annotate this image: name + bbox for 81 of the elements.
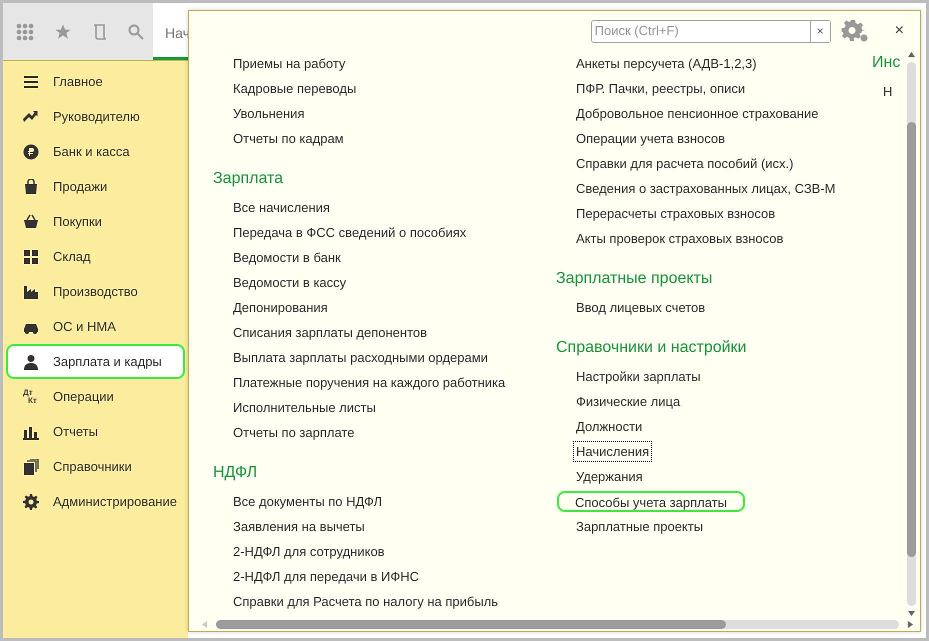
menu-link[interactable]: Списания зарплаты депонентов [230, 322, 430, 343]
sidebar-item[interactable]: Отчеты [6, 414, 185, 449]
menu-link[interactable]: Акты проверок страховых взносов [573, 228, 786, 249]
sidebar-item[interactable]: Зарплата и кадры [6, 344, 185, 379]
menu-link[interactable]: Все документы по НДФЛ [230, 491, 386, 512]
menu-link[interactable]: Все начисления [230, 197, 333, 218]
sidebar-item[interactable]: Администрирование [6, 484, 185, 519]
trend-arrow-icon [23, 108, 39, 124]
menu-link[interactable]: Способы учета зарплаты [557, 491, 745, 512]
section-heading: Зарплата [213, 169, 284, 189]
gear-icon [23, 494, 39, 510]
menu-link[interactable]: Кадровые переводы [230, 78, 360, 99]
menu-link[interactable]: Операции учета взносов [573, 128, 728, 149]
menu-link[interactable]: Справки для расчета пособий (исх.) [573, 153, 796, 174]
section-heading: Зарплатные проекты [556, 269, 714, 289]
menu-link[interactable]: Физические лица [573, 391, 684, 412]
scrollbar-track[interactable] [216, 620, 899, 628]
menu-link[interactable]: Заявления на вычеты [230, 516, 368, 537]
sidebar-item[interactable]: Производство [6, 274, 185, 309]
sidebar-item[interactable]: Банк и касса [6, 134, 185, 169]
menu-link[interactable]: Начисления [573, 441, 652, 462]
menu-link[interactable]: Отчеты по кадрам [230, 128, 347, 149]
menu-link[interactable]: Удержания [573, 466, 646, 487]
factory-icon [23, 284, 39, 300]
scroll-down-icon[interactable] [908, 610, 914, 617]
bag-icon [23, 178, 39, 194]
menu-link[interactable]: Приемы на работу [230, 53, 348, 74]
menu-link[interactable]: Добровольное пенсионное страхование [573, 103, 822, 124]
menu-link[interactable]: Настройки зарплаты [573, 366, 704, 387]
scroll-up-icon[interactable] [908, 51, 914, 58]
sidebar-item[interactable]: Дт Кт Операции [6, 379, 185, 414]
sidebar-item[interactable]: Справочники [6, 449, 185, 484]
scroll-right-icon[interactable] [907, 620, 914, 628]
section-heading: Инс [872, 53, 902, 73]
menu-link[interactable]: Справки для Расчета по налогу на прибыль [230, 591, 502, 612]
scroll-left-icon[interactable] [201, 620, 208, 628]
search-icon[interactable] [128, 24, 144, 40]
sidebar-item[interactable]: Главное [6, 64, 185, 99]
menu-link[interactable]: Ведомости в банк [230, 247, 344, 268]
clear-button[interactable]: × [810, 20, 830, 42]
menu-link[interactable]: Зарплатные проекты [573, 516, 706, 537]
menu-link[interactable]: 2-НДФЛ для передачи в ИФНС [230, 566, 422, 587]
documents-icon [23, 458, 39, 474]
coin-icon [23, 144, 39, 160]
sidebar-item[interactable]: Склад [6, 239, 185, 274]
scrollbar-track[interactable] [906, 62, 916, 606]
menu-link[interactable]: Исполнительные листы [230, 397, 379, 418]
menu-link[interactable]: Выплата зарплаты расходными ордерами [230, 347, 491, 368]
menu-icon [23, 74, 39, 90]
menu-link[interactable]: Платежные поручения на каждого работника [230, 372, 508, 393]
apps-grid-icon[interactable] [16, 22, 34, 40]
close-button[interactable]: × [890, 19, 908, 43]
menu-link[interactable]: Н [880, 81, 896, 102]
search-field[interactable]: Поиск (Ctrl+F) × [590, 20, 831, 42]
sidebar-item[interactable]: Покупки [6, 204, 185, 239]
scrollbar-thumb[interactable] [906, 122, 916, 557]
basket-icon [23, 214, 39, 230]
menu-link[interactable]: Увольнения [230, 103, 308, 124]
gear-icon[interactable] [840, 19, 869, 43]
sidebar-item[interactable]: ОС и НМА [6, 309, 185, 344]
blocks-icon [23, 248, 39, 264]
menu-link[interactable]: ПФР. Пачки, реестры, описи [573, 78, 748, 99]
menu-link[interactable]: Анкеты персучета (АДВ-1,2,3) [573, 53, 760, 74]
scroll-icon[interactable] [92, 22, 108, 40]
menu-link[interactable]: Передача в ФСС сведений о пособиях [230, 222, 470, 243]
section-heading: Справочники и настройки [556, 338, 748, 358]
debit-credit-icon: Дт Кт [23, 388, 39, 404]
menu-link[interactable]: Перерасчеты страховых взносов [573, 203, 778, 224]
menu-link[interactable]: Депонирования [230, 297, 331, 318]
menu-link[interactable]: 2-НДФЛ для сотрудников [230, 541, 388, 562]
menu-link[interactable]: Ввод лицевых счетов [573, 297, 708, 318]
section-heading: НДФЛ [213, 463, 258, 483]
menu-link[interactable]: Сведения о застрахованных лицах, СЗВ-М [573, 178, 839, 199]
menu-link[interactable]: Должности [573, 416, 646, 437]
scrollbar-thumb[interactable] [216, 620, 726, 628]
sidebar-item[interactable]: Руководителю [6, 99, 185, 134]
person-icon [23, 354, 39, 370]
menu-link[interactable]: Отчеты по зарплате [230, 422, 358, 443]
menu-link[interactable]: Ведомости в кассу [230, 272, 350, 293]
star-icon[interactable] [54, 22, 72, 40]
sidebar-item[interactable]: Продажи [6, 169, 185, 204]
